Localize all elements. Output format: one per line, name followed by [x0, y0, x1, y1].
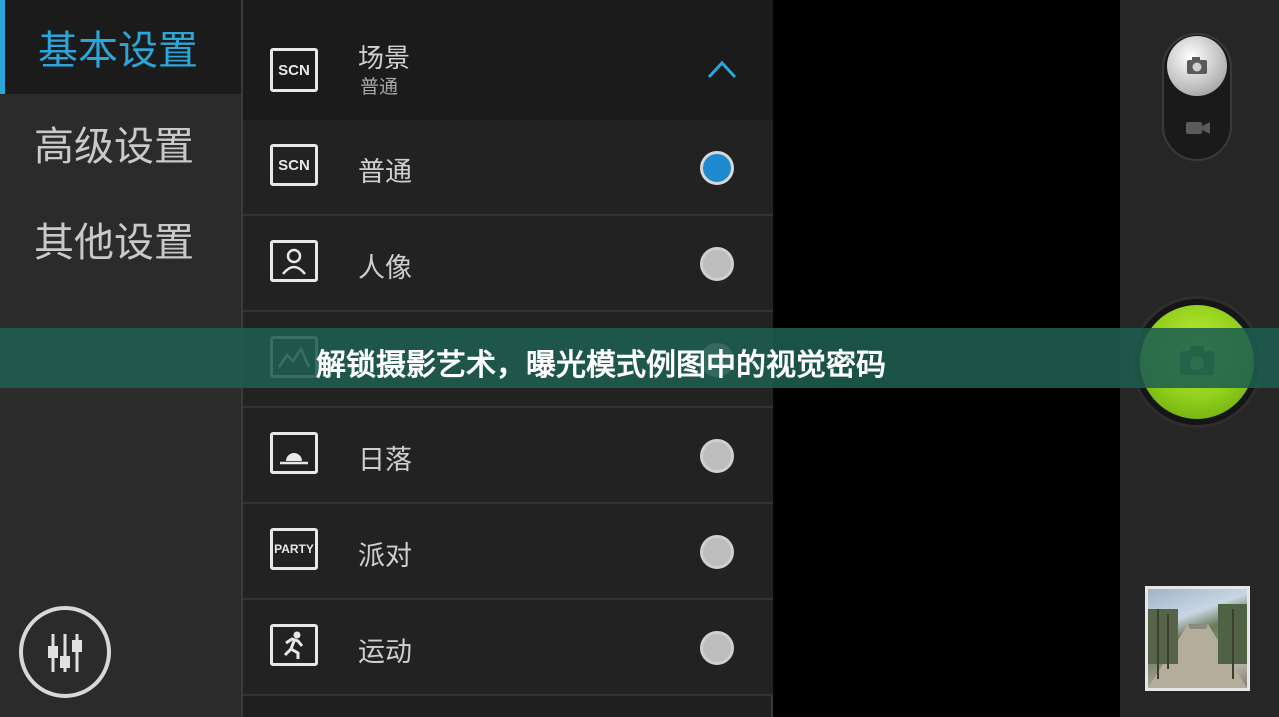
video-icon[interactable] [1184, 118, 1214, 138]
sliders-icon [48, 634, 82, 672]
equalizer-button[interactable] [19, 606, 111, 698]
party-icon: PARTY [270, 528, 318, 570]
portrait-icon [270, 240, 318, 282]
sidebar-item-advanced-settings[interactable]: 高级设置 [0, 96, 241, 190]
scene-option-label: 运动 [358, 637, 412, 668]
scene-header-title: 场景 [358, 44, 411, 74]
scene-option-sunset[interactable]: 日落 [243, 408, 773, 504]
scene-option-portrait[interactable]: 人像 [243, 216, 773, 312]
sidebar-item-label: 高级设置 [34, 124, 194, 170]
scene-option-sports[interactable]: 运动 [243, 600, 773, 696]
scene-header[interactable]: SCN 场景 普通 [243, 0, 773, 120]
sidebar-item-label: 基本设置 [38, 28, 198, 74]
scene-option-label: 日落 [358, 445, 412, 476]
sidebar-item-basic-settings[interactable]: 基本设置 [0, 0, 241, 94]
gallery-thumbnail[interactable] [1145, 586, 1250, 691]
radio-button[interactable] [700, 439, 734, 473]
scn-icon: SCN [270, 48, 318, 92]
scene-option-label: 派对 [358, 541, 412, 572]
camera-icon [1187, 57, 1207, 74]
radio-button-selected[interactable] [700, 151, 734, 185]
sports-runner-icon [270, 624, 318, 666]
scene-option-party[interactable]: PARTY 派对 [243, 504, 773, 600]
scene-header-value: 普通 [360, 76, 399, 98]
banner-title: 解锁摄影艺术，曝光模式例图中的视觉密码 [316, 348, 886, 383]
scn-icon: SCN [270, 144, 318, 186]
scene-option-normal[interactable]: SCN 普通 [243, 120, 773, 216]
sidebar-item-label: 其他设置 [34, 220, 194, 266]
radio-button[interactable] [700, 631, 734, 665]
scene-option-label: 人像 [358, 253, 412, 284]
sunset-icon [270, 432, 318, 474]
thumbnail-image [1148, 604, 1247, 688]
radio-button[interactable] [700, 535, 734, 569]
title-banner: 解锁摄影艺术，曝光模式例图中的视觉密码 [0, 328, 1279, 388]
mode-switch-knob[interactable] [1167, 36, 1227, 96]
sidebar-item-other-settings[interactable]: 其他设置 [0, 192, 241, 286]
scene-option-label: 普通 [358, 157, 412, 188]
radio-button[interactable] [700, 247, 734, 281]
chevron-up-icon[interactable] [707, 58, 737, 80]
